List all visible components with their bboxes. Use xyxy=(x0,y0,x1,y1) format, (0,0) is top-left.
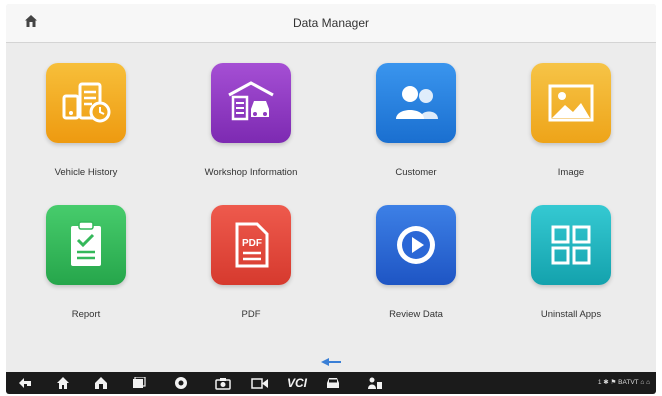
car-icon[interactable] xyxy=(324,375,342,391)
app-label: Image xyxy=(557,167,585,178)
app-review-data[interactable]: Review Data xyxy=(341,185,491,325)
home-button[interactable] xyxy=(20,12,42,34)
app-report[interactable]: Report xyxy=(11,185,161,325)
app-pdf[interactable]: PDF PDF xyxy=(176,185,326,325)
customer-icon xyxy=(376,63,456,143)
app-image[interactable]: Image xyxy=(496,43,646,183)
shop-user-icon[interactable] xyxy=(366,375,384,391)
pdf-icon-text: PDF xyxy=(242,238,262,249)
autel-home-icon[interactable] xyxy=(92,375,110,391)
app-uninstall-apps[interactable]: Uninstall Apps xyxy=(496,185,646,325)
camera-icon[interactable] xyxy=(214,375,232,391)
home-nav-icon[interactable] xyxy=(54,375,72,391)
report-icon xyxy=(46,205,126,285)
app-label: Workshop Information xyxy=(204,167,298,178)
app-customer[interactable]: Customer xyxy=(341,43,491,183)
app-label: Report xyxy=(71,309,101,320)
pdf-icon: PDF xyxy=(211,205,291,285)
app-label: Uninstall Apps xyxy=(540,309,602,320)
app-workshop-information[interactable]: Workshop Information xyxy=(176,43,326,183)
app-label: Vehicle History xyxy=(54,167,118,178)
workshop-info-icon xyxy=(211,63,291,143)
device-frame: Data Manager Vehicle History Workshop In… xyxy=(0,0,662,396)
review-data-icon xyxy=(376,205,456,285)
app-label: PDF xyxy=(241,309,261,320)
app-grid: Vehicle History Workshop Information Cus… xyxy=(6,43,656,343)
home-icon xyxy=(24,14,38,33)
vehicle-history-icon xyxy=(46,63,126,143)
app-label: Review Data xyxy=(389,309,443,320)
browser-icon[interactable] xyxy=(172,375,190,391)
page-title: Data Manager xyxy=(292,16,370,30)
vci-icon[interactable]: VCI xyxy=(282,375,312,391)
recent-apps-icon[interactable] xyxy=(130,375,148,391)
app-vehicle-history[interactable]: Vehicle History xyxy=(11,43,161,183)
uninstall-apps-icon xyxy=(531,205,611,285)
screen-record-icon[interactable] xyxy=(250,375,270,391)
status-bar-info: 1 ✱ ⚑ BATVT ⌂ ⌂ xyxy=(597,379,650,386)
image-icon xyxy=(531,63,611,143)
screen: Data Manager Vehicle History Workshop In… xyxy=(6,4,656,394)
title-bar: Data Manager xyxy=(6,4,656,43)
drawer-handle-icon[interactable] xyxy=(319,354,343,366)
app-label: Customer xyxy=(395,167,437,178)
navigation-bar: VCI 1 ✱ ⚑ BATVT ⌂ ⌂ xyxy=(6,372,656,394)
back-icon[interactable] xyxy=(16,375,34,391)
